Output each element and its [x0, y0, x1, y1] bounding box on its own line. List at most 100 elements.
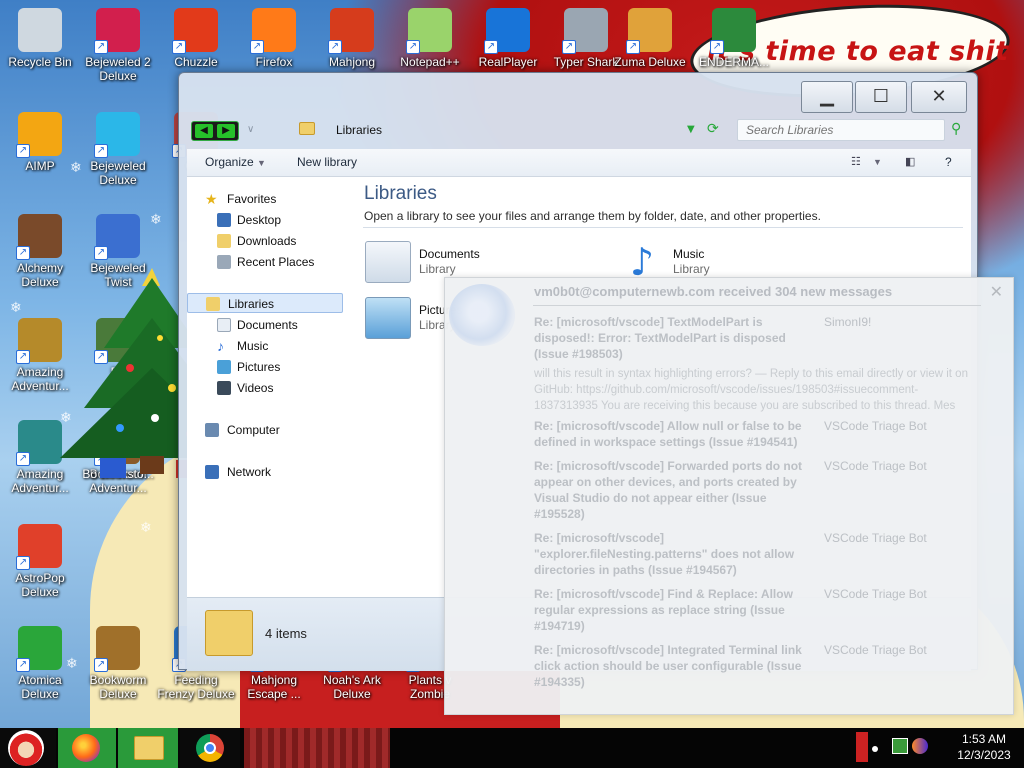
- shortcut-arrow-icon: ↗: [94, 144, 108, 158]
- page-title: Libraries: [364, 183, 437, 204]
- shortcut-arrow-icon: ↗: [328, 40, 342, 54]
- music-icon: ♪: [217, 338, 224, 354]
- desktop-icon-label: AIMP: [25, 159, 55, 173]
- address-dropdown-icon[interactable]: ▼: [687, 124, 695, 135]
- close-icon[interactable]: ✕: [990, 282, 1003, 301]
- bejeweled-twist-icon: ↗: [94, 214, 140, 260]
- snowflake-icon: ❄: [140, 520, 152, 536]
- atomica-icon: ↗: [16, 626, 62, 672]
- notepadpp-icon: ↗: [406, 8, 452, 54]
- nav-music[interactable]: ♪ Music: [187, 336, 343, 356]
- navigation-pane: ★ Favorites Desktop Downloads Recent Pla…: [187, 177, 351, 597]
- computer-icon: [205, 423, 219, 437]
- desktop-icon-label: Bejeweled Deluxe: [90, 159, 146, 187]
- nav-computer[interactable]: Computer: [187, 420, 343, 440]
- nav-videos[interactable]: Videos: [187, 378, 343, 398]
- organize-menu[interactable]: Organize ▼: [205, 155, 266, 169]
- taskbar: 1:53 AM 12/3/2023: [0, 728, 1024, 768]
- minimize-button[interactable]: ▁: [801, 81, 853, 113]
- desktop-icon[interactable]: ↗ Mahjong: [312, 8, 392, 69]
- shortcut-arrow-icon: ↗: [626, 40, 640, 54]
- nav-desktop[interactable]: Desktop: [187, 210, 343, 230]
- alchemy-icon: ↗: [16, 214, 62, 260]
- desktop-icon[interactable]: ↗ AIMP: [0, 112, 80, 173]
- desktop-icon-label: Bookworm Deluxe: [89, 673, 147, 701]
- nav-documents[interactable]: Documents: [187, 315, 343, 335]
- show-desktop-icon[interactable]: [856, 732, 868, 762]
- network-tray-icon[interactable]: [892, 738, 908, 754]
- desktop-icon[interactable]: ↗ Bookworm Deluxe: [78, 626, 158, 701]
- desktop-icon[interactable]: ↗ Bejeweled 2 Deluxe: [78, 8, 158, 83]
- desktop-icon-label: Mahjong Escape ...: [247, 673, 301, 701]
- chevron-down-icon: ▼: [257, 158, 266, 168]
- documents-icon: [217, 318, 231, 332]
- refresh-icon[interactable]: ⟳: [707, 121, 719, 137]
- downloads-icon: [217, 234, 231, 248]
- divider: [533, 305, 981, 306]
- desktop-icon[interactable]: ↗ Notepad++: [390, 8, 470, 69]
- libraries-icon: [206, 297, 220, 311]
- nav-network[interactable]: Network: [187, 462, 343, 482]
- desktop-icon[interactable]: ↗ AstroPop Deluxe: [0, 524, 80, 599]
- desktop-icon[interactable]: ↗ Bejeweled Deluxe: [78, 112, 158, 187]
- new-library-button[interactable]: New library: [297, 155, 357, 169]
- item-count: 4 items: [265, 626, 307, 641]
- volume-icon[interactable]: [912, 738, 928, 754]
- recycle-bin-icon: [18, 8, 62, 52]
- taskbar-window-thumbnail[interactable]: [244, 728, 390, 768]
- bejeweled-icon: ↗: [94, 8, 140, 54]
- nav-pictures[interactable]: Pictures: [187, 357, 343, 377]
- clock[interactable]: 1:53 AM 12/3/2023: [946, 731, 1022, 763]
- breadcrumb[interactable]: Libraries: [336, 123, 382, 137]
- snowflake-icon: ❄: [10, 300, 22, 316]
- desktop-icon[interactable]: ↗ ENDERMA...: [694, 8, 774, 69]
- help-button[interactable]: ?: [945, 155, 952, 169]
- shortcut-arrow-icon: ↗: [16, 658, 30, 672]
- view-dropdown-icon[interactable]: ▼: [873, 157, 882, 167]
- view-options-icon[interactable]: ☷: [851, 155, 861, 168]
- shortcut-arrow-icon: ↗: [94, 40, 108, 54]
- desktop-icon-label: Zuma Deluxe: [614, 55, 686, 69]
- start-button[interactable]: [0, 728, 56, 768]
- desktop-icon-label: Firefox: [255, 55, 293, 69]
- amazing-adventures-2-icon: ↗: [16, 420, 62, 466]
- desktop-icon[interactable]: ↗ Chuzzle: [156, 8, 236, 69]
- back-forward-buttons[interactable]: ◀ ▶: [191, 121, 239, 141]
- shortcut-arrow-icon: ↗: [16, 144, 30, 158]
- libraries-folder-large-icon: [205, 610, 253, 656]
- aimp-icon: ↗: [16, 112, 62, 158]
- maximize-button[interactable]: ☐: [855, 81, 907, 113]
- forward-arrow-icon[interactable]: ▶: [217, 124, 235, 138]
- nav-libraries[interactable]: Libraries: [187, 293, 343, 313]
- taskbar-explorer[interactable]: [118, 728, 178, 768]
- recent-pages-chevron-icon[interactable]: ∨: [247, 124, 254, 135]
- desktop-icon[interactable]: ↗ Firefox: [234, 8, 314, 69]
- message-item[interactable]: Re: [microsoft/vscode] TextModelPart is …: [534, 314, 974, 412]
- desktop-icon[interactable]: Recycle Bin: [0, 8, 80, 69]
- realplayer-icon: ↗: [484, 8, 530, 54]
- shortcut-arrow-icon: ↗: [484, 40, 498, 54]
- back-arrow-icon[interactable]: ◀: [195, 124, 213, 138]
- recent-places-icon: [217, 255, 231, 269]
- search-input[interactable]: [737, 119, 945, 141]
- shortcut-arrow-icon: ↗: [16, 556, 30, 570]
- preview-pane-icon[interactable]: ◧: [905, 155, 915, 168]
- taskbar-chrome[interactable]: [180, 728, 240, 768]
- zuma-icon: ↗: [626, 8, 672, 54]
- typer-shark-icon: ↗: [562, 8, 608, 54]
- tray-dot-icon[interactable]: [872, 746, 878, 752]
- thunderbird-icon: [449, 284, 515, 346]
- close-button[interactable]: ✕: [911, 81, 967, 113]
- nav-favorites[interactable]: ★ Favorites: [187, 189, 343, 209]
- mahjong-icon: ↗: [328, 8, 374, 54]
- nav-recent-places[interactable]: Recent Places: [187, 252, 343, 272]
- new-mail-notification[interactable]: vm0b0t@computernewb.com received 304 new…: [444, 277, 1014, 715]
- desktop-icon[interactable]: ↗ Atomica Deluxe: [0, 626, 80, 701]
- search-icon[interactable]: ⚲: [951, 121, 961, 137]
- desktop-icon[interactable]: ↗ RealPlayer: [468, 8, 548, 69]
- desktop-icon-label: Feeding Frenzy Deluxe: [157, 673, 235, 701]
- taskbar-firefox[interactable]: [58, 728, 116, 768]
- nav-downloads[interactable]: Downloads: [187, 231, 343, 251]
- title-bar[interactable]: ▁ ☐ ✕: [179, 73, 977, 117]
- desktop-icon[interactable]: ↗ Zuma Deluxe: [610, 8, 690, 69]
